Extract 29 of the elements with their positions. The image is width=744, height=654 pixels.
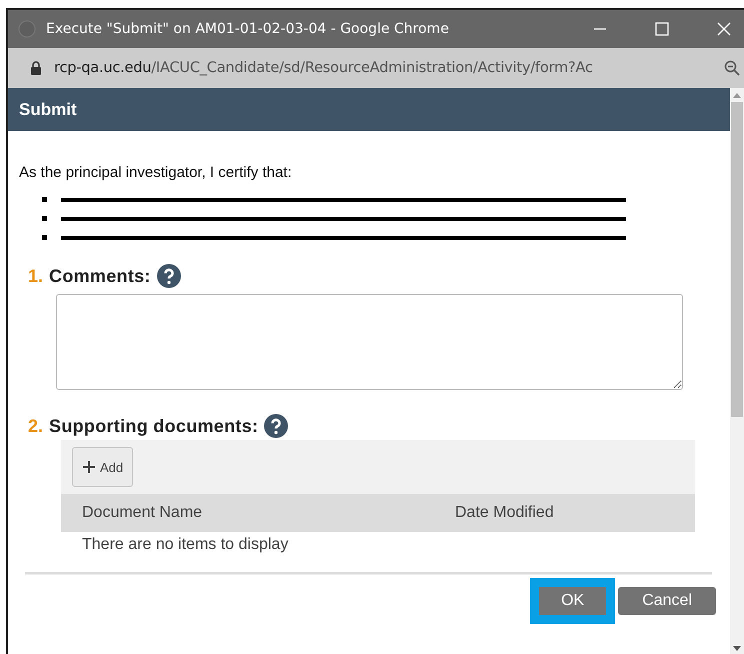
plus-icon [82, 460, 96, 474]
question-number: 2. [28, 416, 44, 436]
maximize-icon[interactable] [654, 21, 670, 37]
comments-field[interactable] [56, 294, 683, 390]
question-number: 1. [28, 266, 44, 286]
help-icon[interactable] [264, 414, 288, 438]
bullet-icon [42, 235, 47, 240]
help-icon[interactable] [156, 264, 181, 288]
bullet-icon [42, 216, 47, 221]
column-header[interactable]: Document Name [82, 504, 455, 522]
app-icon [18, 20, 36, 38]
question-label: Comments: [49, 266, 151, 286]
dialog-button[interactable]: Cancel [618, 587, 716, 615]
add-button[interactable]: Add [72, 447, 134, 487]
scrollbar[interactable] [730, 88, 744, 654]
bullet-icon [42, 197, 47, 202]
column-header[interactable]: Date Modified [455, 504, 554, 522]
empty-message: There are no items to display [81, 535, 290, 554]
window-title: Execute "Submit" on AM01-01-02-03-04 - Google Chrome [46, 21, 450, 37]
close-icon[interactable] [716, 21, 732, 37]
intro-text: As the principal investigator, I certify that: [19, 164, 293, 181]
dialog-button[interactable]: OK [539, 587, 606, 615]
zoom-icon[interactable] [724, 60, 740, 76]
question-label: Supporting documents: [49, 416, 258, 436]
dialog-title: Submit [19, 100, 77, 120]
scrollbar-thumb[interactable] [731, 102, 743, 417]
url-text: rcp-qa.uc.edu/IACUC_Candidate/sd/ResourceAdministration/Activity/form?Ac [54, 60, 594, 76]
scroll-down-icon[interactable] [733, 646, 741, 652]
lock-icon [30, 61, 42, 75]
